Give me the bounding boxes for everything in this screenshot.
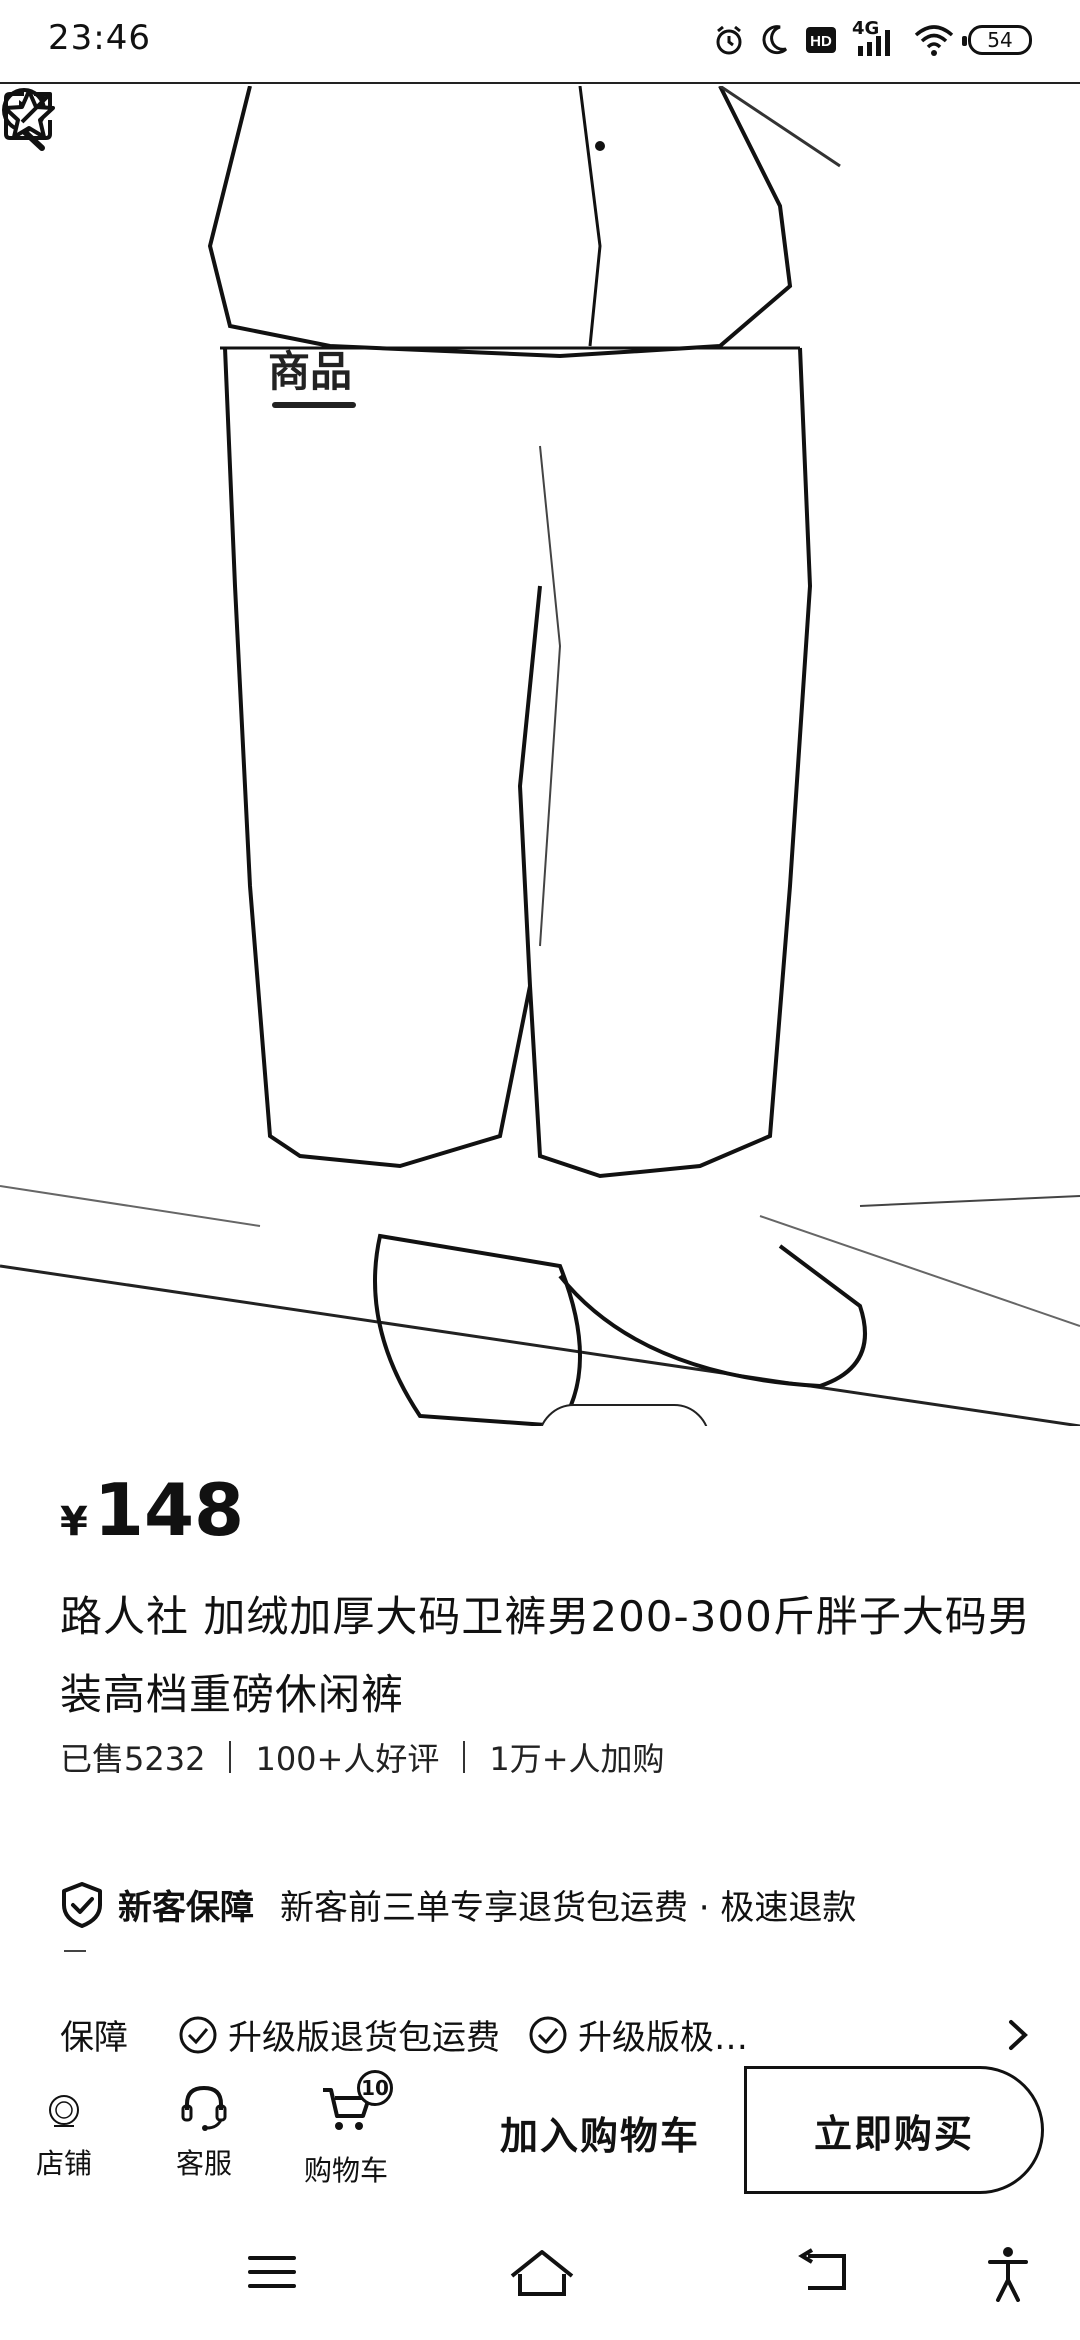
status-time: 23:46	[48, 18, 151, 58]
battery-level: 54	[987, 28, 1013, 52]
price-value: 148	[93, 1468, 245, 1552]
hd-icon: HD	[806, 27, 836, 53]
headset-icon	[181, 2085, 227, 2131]
tab-product[interactable]: 商品	[268, 338, 352, 399]
sold-count: 已售5232	[60, 1740, 206, 1778]
protection-label: 保障	[60, 2018, 128, 2058]
product-photo-illustration	[0, 86, 1080, 1426]
chevron-right-icon[interactable]	[1006, 2017, 1030, 2053]
accessibility-icon[interactable]	[988, 2246, 1028, 2302]
moon-icon	[762, 25, 788, 55]
protection-item-label: 升级版极…	[578, 2018, 748, 2058]
service-label: 客服	[176, 2147, 233, 2180]
protection-item: 升级版极…	[528, 2010, 748, 2059]
gallery-button[interactable]: 图集	[538, 1404, 710, 1426]
check-circle-icon	[179, 2016, 217, 2053]
cart-button[interactable]: 10 购物车	[304, 2070, 393, 2189]
store-logo-icon	[49, 2095, 79, 2127]
guarantee-title: 新客保障	[118, 1888, 254, 1928]
new-customer-guarantee[interactable]: 新客保障 新客前三单专享退货包运费 · 极速退款	[60, 1880, 856, 1929]
signal-icon: 4G	[852, 18, 900, 58]
add-to-cart-button[interactable]: 加入购物车	[460, 2070, 740, 2194]
price: ¥ 148	[60, 1468, 244, 1552]
added-to-cart-count: 1万+人加购	[489, 1740, 665, 1778]
protection-item-label: 升级版退货包运费	[228, 2018, 500, 2058]
customer-service-button[interactable]: 客服	[176, 2080, 232, 2182]
menu-icon[interactable]	[246, 2246, 298, 2298]
back-nav-icon[interactable]	[794, 2246, 854, 2298]
store-label: 店铺	[36, 2147, 93, 2180]
product-title: 路人社 加绒加厚大码卫裤男200-300斤胖子大码男装高档重磅休闲裤	[60, 1592, 1031, 1719]
divider	[64, 1950, 86, 1952]
protection-row[interactable]: 保障 升级版退货包运费 升级版极…	[60, 2010, 1030, 2059]
cart-count-badge: 10	[357, 2070, 393, 2106]
wifi-icon	[914, 25, 954, 56]
cart-label: 购物车	[304, 2154, 389, 2187]
product-stats: 已售5232 100+人好评 1万+人加购	[60, 1734, 665, 1780]
divider	[229, 1741, 232, 1773]
product-image[interactable]: 商品 图集	[0, 86, 1080, 1426]
status-icons: HD 4G 54	[712, 18, 1032, 62]
tab-underline	[272, 402, 356, 408]
share-icon[interactable]	[0, 86, 58, 144]
alarm-icon	[716, 25, 742, 55]
cart-icon-wrap: 10	[319, 2070, 393, 2149]
system-navigation-bar	[0, 2222, 1080, 2340]
battery-icon: 54	[962, 25, 1032, 55]
good-reviews: 100+人好评	[255, 1740, 440, 1778]
divider	[463, 1741, 466, 1773]
shield-check-icon	[62, 1881, 102, 1928]
check-circle-icon	[529, 2016, 567, 2053]
guarantee-desc: 新客前三单专享退货包运费 · 极速退款	[280, 1888, 857, 1928]
buy-now-button[interactable]: 立即购买	[744, 2066, 1044, 2194]
price-symbol: ¥	[60, 1499, 88, 1545]
protection-item: 升级版退货包运费	[178, 2010, 500, 2059]
hd-label: HD	[810, 33, 832, 50]
status-bar: 23:46 HD 4G 54	[0, 0, 1080, 84]
home-icon[interactable]	[506, 2246, 578, 2302]
store-button[interactable]: 店铺	[36, 2080, 92, 2182]
